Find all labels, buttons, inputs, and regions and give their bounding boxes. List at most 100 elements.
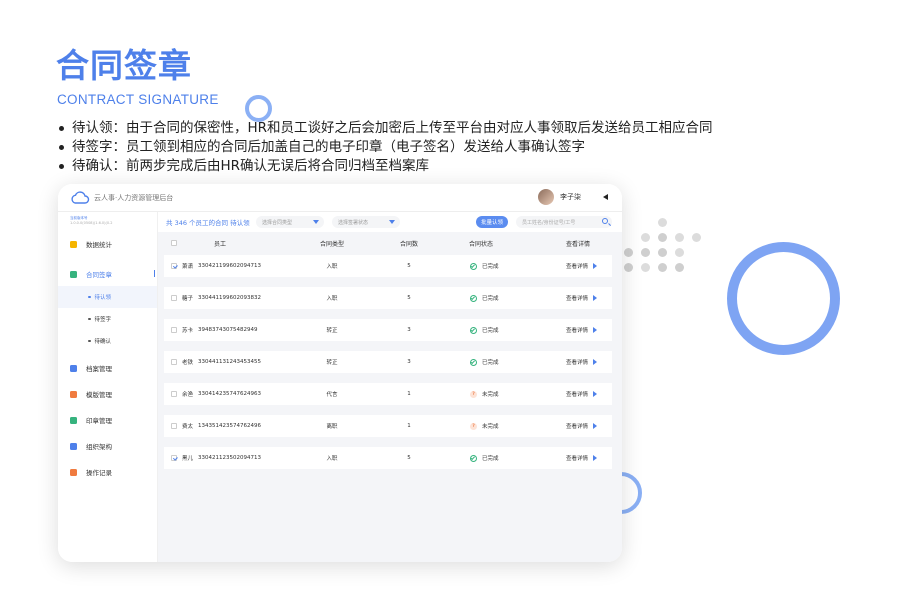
contract-status: 未完成 [482,424,499,430]
view-detail-label: 查看详情 [566,360,589,366]
sidebar-item-label: 操作记录 [86,469,112,477]
employee-id: 134351423574762496 [198,423,262,429]
header-contract-count: 合同数 [399,240,418,248]
view-detail-link[interactable]: 查看详情 [566,383,598,405]
row-checkbox[interactable] [171,359,177,365]
view-detail-label: 查看详情 [566,328,589,334]
employee-id: 330421123502094713 [198,455,262,461]
sidebar-subitem-pending-confirm[interactable]: 待确认 [58,330,157,352]
table-header: 员工 合同类型 合同数 合同状态 查看详情 [164,236,612,250]
row-checkbox[interactable] [171,423,177,429]
app-window: 云人事·人力资源管理后台 李子柒 当前版本号 1.0.0.0(0508)(1.6… [58,184,622,562]
employee-id: 39483743075482949 [198,327,258,333]
sidebar-subitem-pending-sign[interactable]: 待签字 [58,308,157,330]
sidebar-item-org[interactable]: 组织架构 [58,434,157,458]
description-list: 待认领：由于合同的保密性，HR和员工谈好之后会加密后上传至平台由对应人事领取后发… [57,119,713,176]
row-checkbox[interactable] [171,295,177,301]
sign-status-select[interactable]: 选择签署状态 [332,216,400,228]
table-row[interactable]: 萧潇 330421199602094713 入职 5 已完成 查看详情 [164,255,612,277]
play-arrow-icon [593,359,598,365]
table-row[interactable]: 老铁 330441131243453455 转正 3 已完成 查看详情 [164,351,612,373]
contract-count-text: 共 346 个员工的合同 待认领 [166,219,250,227]
user-menu[interactable]: 李子柒 [538,189,608,205]
sidebar-item-label: 模版管理 [86,391,112,399]
employee-id: 330414235747624963 [198,391,262,397]
batch-claim-button[interactable]: 批量认领 [476,216,508,228]
decorative-dots [624,218,702,272]
row-checkbox[interactable] [171,455,177,461]
contract-type: 代言 [326,392,338,398]
decorative-ring-large [727,242,840,355]
log-icon [70,468,77,476]
view-detail-label: 查看详情 [566,392,589,398]
select-all-checkbox[interactable] [171,240,177,246]
header-employee: 员工 [214,240,227,248]
archive-icon [70,364,77,372]
contract-icon [70,270,77,278]
bullet-item: 待认领：由于合同的保密性，HR和员工谈好之后会加密后上传至平台由对应人事领取后发… [57,119,713,138]
sidebar-item-label: 印章管理 [86,417,112,425]
view-detail-link[interactable]: 查看详情 [566,447,598,469]
view-detail-link[interactable]: 查看详情 [566,319,598,341]
contract-type: 转正 [326,360,338,366]
employee-name: 苏卡 [182,328,194,334]
row-checkbox[interactable] [171,327,177,333]
row-checkbox[interactable] [171,263,177,269]
check-circle-icon [470,294,477,302]
view-detail-link[interactable]: 查看详情 [566,255,598,277]
sidebar-item-label: 组织架构 [86,443,112,451]
table-row[interactable]: 黑儿 330421123502094713 入职 5 已完成 查看详情 [164,447,612,469]
sidebar-item-label: 档案管理 [86,365,112,373]
contract-type-placeholder: 选择合同类型 [262,219,293,226]
view-detail-link[interactable]: 查看详情 [566,287,598,309]
row-checkbox[interactable] [171,391,177,397]
view-detail-link[interactable]: 查看详情 [566,351,598,373]
check-circle-icon [470,358,477,366]
play-arrow-icon [593,263,598,269]
search-icon[interactable] [602,218,608,224]
contract-count: 1 [407,423,411,429]
view-detail-link[interactable]: 查看详情 [566,415,598,437]
app-brand: 云人事·人力资源管理后台 [94,193,174,202]
sidebar-item-seal[interactable]: 印章管理 [58,408,157,432]
user-name: 李子柒 [560,193,581,201]
search-input[interactable]: 员工姓名/身份证号/工号 [516,216,612,228]
contract-type: 入职 [326,264,338,270]
employee-name: 老铁 [182,360,194,366]
contract-type-select[interactable]: 选择合同类型 [256,216,324,228]
contract-count: 5 [407,455,411,461]
bullet-text: 待认领：由于合同的保密性，HR和员工谈好之后会加密后上传至平台由对应人事领取后发… [72,120,713,136]
table-row[interactable]: 余渔 330414235747624963 代言 1? 未完成 查看详情 [164,383,612,405]
sidebar-item-template[interactable]: 模版管理 [58,382,157,406]
sidebar-item-contract[interactable]: 合同签章 [58,262,157,286]
caret-left-icon[interactable] [603,194,608,200]
sidebar: 当前版本号 1.0.0.0(0508)(1.6.0)(0.2 数据统计 合同签章… [58,212,158,562]
bullet-dot-icon [59,126,64,131]
sidebar-subitem-pending-claim[interactable]: 待认领 [58,286,157,308]
chevron-down-icon [389,220,395,224]
employee-id: 330421199602094713 [198,263,262,269]
table-row[interactable]: 费太 134351423574762496 离职 1? 未完成 查看详情 [164,415,612,437]
question-icon: ? [470,422,477,430]
contract-status: 已完成 [482,456,499,462]
header-view-detail: 查看详情 [566,240,591,248]
avatar[interactable] [538,189,554,205]
cloud-logo-icon [71,190,90,204]
view-detail-label: 查看详情 [566,456,589,462]
bullet-item: 待签字：员工领到相应的合同后加盖自己的电子印章（电子签名）发送给人事确认签字 [57,138,713,157]
chart-icon [70,240,77,248]
employee-name: 费太 [182,424,194,430]
sidebar-item-archive[interactable]: 档案管理 [58,356,157,380]
sidebar-item-log[interactable]: 操作记录 [58,460,157,484]
contract-count: 5 [407,263,411,269]
view-detail-label: 查看详情 [566,424,589,430]
org-icon [70,442,77,450]
contract-type: 入职 [326,456,338,462]
contract-status: 已完成 [482,296,499,302]
view-detail-label: 查看详情 [566,264,589,270]
filter-bar: 共 346 个员工的合同 待认领 选择合同类型 选择签署状态 批量认领 员工姓名… [158,212,622,232]
table-row[interactable]: 苏卡 39483743075482949 转正 3 已完成 查看详情 [164,319,612,341]
table-row[interactable]: 糖子 330441199602093832 入职 5 已完成 查看详情 [164,287,612,309]
view-detail-label: 查看详情 [566,296,589,302]
sidebar-item-statistics[interactable]: 数据统计 [58,232,157,256]
